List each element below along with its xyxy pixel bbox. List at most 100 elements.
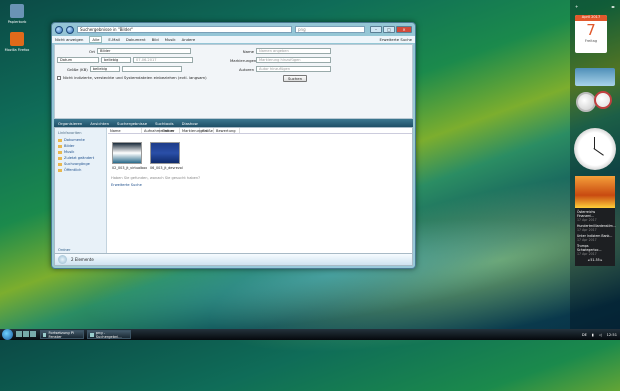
file-list: Name Aufnahmedatum Ordner Markierungen Größe… [108,128,412,254]
date-input[interactable]: 07.06.2017 [133,57,193,63]
name-label: Name [242,48,254,54]
window-app-icon [43,332,47,337]
forward-button[interactable] [66,25,74,34]
cpu-meter-gadget[interactable] [576,92,596,112]
filter-e-mail[interactable]: E-Mail [108,37,119,42]
slideshow-gadget[interactable] [575,68,615,86]
search-input[interactable]: png [295,26,365,33]
search-results-icon [58,255,67,264]
sidebar-nav-icon[interactable]: ◂▸ [611,4,615,9]
image-preview [150,142,180,164]
column-header[interactable]: Aufnahmedatum [142,128,174,133]
taskbar-button[interactable]: Fortsetzung Pi Fenster [40,330,84,339]
back-button[interactable] [55,25,63,34]
sidebar-item-label: Bilder [64,144,75,148]
ram-meter-gadget[interactable] [594,91,612,109]
column-header[interactable]: Name [108,128,142,133]
sidebar-item[interactable]: Öffentlich [55,167,106,173]
advanced-search-panel: Ort Bilder Datum beliebig 07.06.2017 Größe … [54,44,413,119]
checkbox-label: Nicht indizierte, versteckte und Systemd… [63,75,207,80]
filter-dokument[interactable]: Dokument [126,37,146,42]
folder-icon [58,150,62,154]
address-bar[interactable]: Suchergebnisse in "Bilder" [77,26,292,33]
tags-input[interactable]: Markierung hinzufügen [256,57,331,63]
feed-gadget: Österreichs Finanzmi... 17 Apr 2017 Hunder… [575,208,616,266]
desktop-shortcut-label: Mozilla Firefox [4,48,30,52]
show-desktop-icon[interactable] [16,331,22,337]
maximize-button[interactable]: □ [383,26,395,33]
toolbar-suchergebnisse[interactable]: Suchergebnisse [117,121,147,126]
desktop-shortcut[interactable]: Mozilla Firefox [3,32,31,52]
system-tray: DE ▮ ◁ 12:51 [582,333,620,337]
file-thumbnail[interactable]: 06_003_jt_devrevol [150,142,183,170]
sidebar-item-label: Musik [64,150,75,154]
toolbar-organisieren[interactable]: Organisieren [58,121,82,126]
advanced-search-link[interactable]: Erweiterte Suche [379,37,412,42]
start-button[interactable] [2,329,13,340]
toolbar-ansichten[interactable]: Ansichten [90,121,109,126]
desktop-shortcut[interactable]: Papierkorb [3,4,31,24]
firefox-quicklaunch-icon[interactable] [30,331,36,337]
search-hint: Haben Sie gefunden, wonach Sie gesucht h… [111,176,201,180]
clock[interactable]: 12:51 [607,333,617,337]
feed-item[interactable]: Unter Indiziem Bank... 17 Apr 2017 [577,234,613,242]
folder-icon [58,156,62,160]
filter-nicht-anzeigen[interactable]: Nicht anzeigen [55,37,83,42]
filter-musik[interactable]: Musik [165,37,176,42]
feed-item[interactable]: Trumps Schwiegertoc... 17 Apr 2017 [577,244,613,256]
language-indicator[interactable]: DE [582,333,587,337]
folder-icon [58,168,62,172]
file-name: 06_003_jt_devrevol [150,166,183,170]
taskbar-button[interactable]: png - Suchergebni... [87,330,131,339]
column-header[interactable]: Größe [200,128,214,133]
recycle-bin-icon [10,4,24,18]
folders-toggle[interactable]: Ordner [58,248,71,252]
date-mode-select[interactable]: beliebig [101,57,131,63]
folder-icon [58,144,62,148]
feed-date: 17 Apr 2017 [577,238,597,242]
window-title: Suchergebnisse in "Bilder" [80,27,134,32]
add-gadget-icon[interactable]: + [575,4,578,9]
network-icon[interactable]: ▮ [592,333,594,337]
date-type-select[interactable]: Datum [57,57,99,63]
feed-item[interactable]: Österreichs Finanzmi... 17 Apr 2017 [577,210,613,222]
name-input[interactable]: Namen angeben [256,48,331,54]
minimize-button[interactable]: – [370,26,382,33]
content-area: Linkfavoriten Dokumente Bilder Musik Zuletz… [54,127,413,255]
calendar-day: 7 [586,21,596,39]
location-select[interactable]: Bilder [97,48,192,54]
calendar-gadget[interactable]: April 2017 7 Freitag [575,15,607,53]
search-button[interactable]: Suchen [283,75,307,82]
taskbar-button-label: png - Suchergebni... [95,330,122,339]
feed-item[interactable]: Hundertmilliardenstlm... 17 Apr 2017 [577,224,616,232]
size-input[interactable] [121,66,182,72]
filter-bild[interactable]: Bild [152,37,159,42]
item-count: 2 Elemente [71,257,94,262]
advanced-search-hint-link[interactable]: Erweiterte Suche [111,183,142,187]
size-mode-select[interactable]: beliebig [89,66,120,72]
clock-gadget[interactable] [574,128,616,170]
command-toolbar: Organisieren Ansichten Suchergebnisse Sucht… [54,119,413,127]
file-thumbnail[interactable]: 02_003_jt_virtualbox [112,142,147,170]
filter-andere[interactable]: Andere [182,37,196,42]
quick-launch [16,331,37,338]
column-header[interactable]: Markierungen [180,128,207,133]
authors-input[interactable]: Autor hinzufügen [256,66,331,72]
checkbox-system-files[interactable] [57,75,61,80]
sidebar-controls: + ◂▸ [575,4,615,9]
sidebar-item-label: Suchvorgänge [64,162,90,166]
weather-photo-gadget[interactable] [575,176,615,208]
volume-icon[interactable]: ◁ [599,333,602,337]
toolbar-suchtools[interactable]: Suchtools [155,121,173,126]
switch-windows-icon[interactable] [23,331,29,337]
filter-alle[interactable]: Alle [89,36,103,43]
filter-bar: Nicht anzeigen Alle E-Mail Dokument Bild Musi… [52,36,415,43]
toolbar-diashow[interactable]: Diashow [182,121,198,126]
sidebar-item-label: Öffentlich [64,168,82,172]
column-header[interactable]: Bewertung [214,128,240,133]
column-header[interactable]: Ordner [160,128,180,133]
navigation-pane: Linkfavoriten Dokumente Bilder Musik Zuletz… [55,128,107,254]
feed-pager[interactable]: ◂ 51-55 ▸ [577,258,613,262]
close-button[interactable]: × [396,26,412,33]
windows-sidebar: + ◂▸ April 2017 7 Freitag Österreichs Fin… [570,0,620,329]
